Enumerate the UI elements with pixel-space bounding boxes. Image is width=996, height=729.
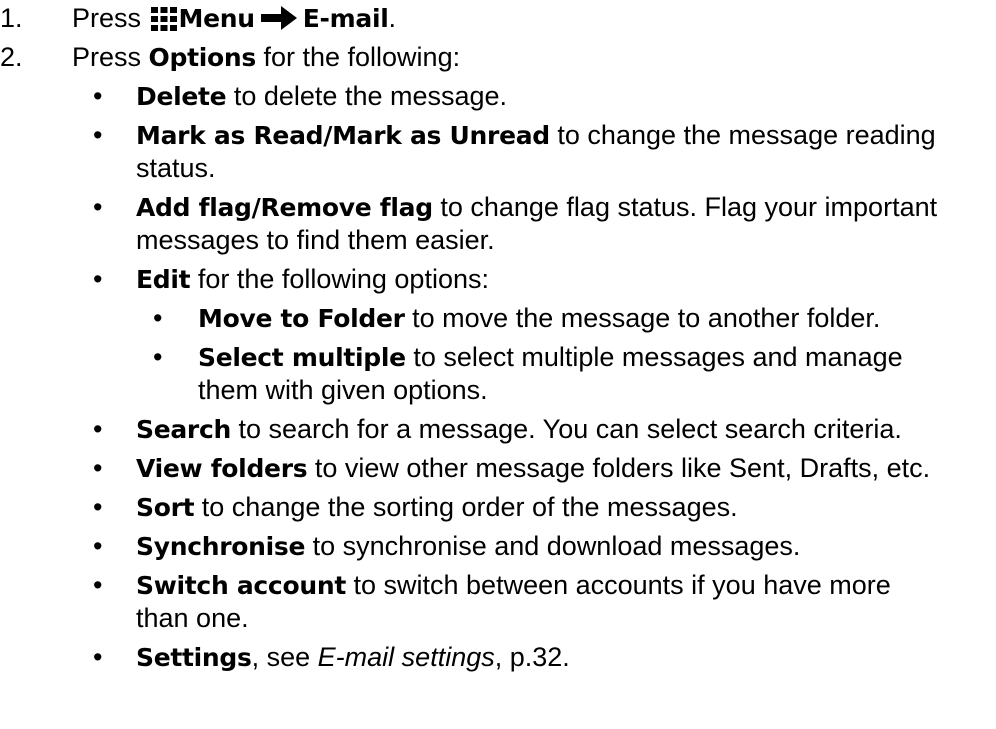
bullet: • (93, 264, 103, 294)
right-arrow-icon (260, 5, 297, 38)
bullet: • (93, 192, 103, 222)
step-number: 2. (0, 42, 23, 72)
step-text: Press Menu E-mail. (72, 2, 396, 39)
menu-keyword: Menu (178, 4, 256, 33)
step-text: Press Options for the following: (72, 42, 461, 72)
bullet: • (93, 453, 103, 483)
bullet: • (153, 342, 163, 372)
bullet: • (153, 303, 163, 333)
bullet: • (93, 414, 103, 444)
cross-reference: E-mail settings (317, 642, 495, 672)
bullet: • (93, 120, 103, 150)
step-number: 1. (0, 3, 23, 33)
bullet: • (93, 642, 103, 672)
bullet: • (93, 492, 103, 522)
grid-menu-icon (150, 6, 177, 39)
email-keyword: E-mail (302, 4, 389, 33)
press-word: Press (72, 3, 142, 33)
bullet: • (93, 570, 103, 600)
page-reference: , p.32. (494, 642, 570, 672)
bullet: • (93, 81, 103, 111)
options-keyword: Options (148, 43, 257, 72)
manual-page: 1. Press Menu E-mail. 2. Press Options fo… (0, 2, 938, 672)
bullet: • (93, 531, 103, 561)
